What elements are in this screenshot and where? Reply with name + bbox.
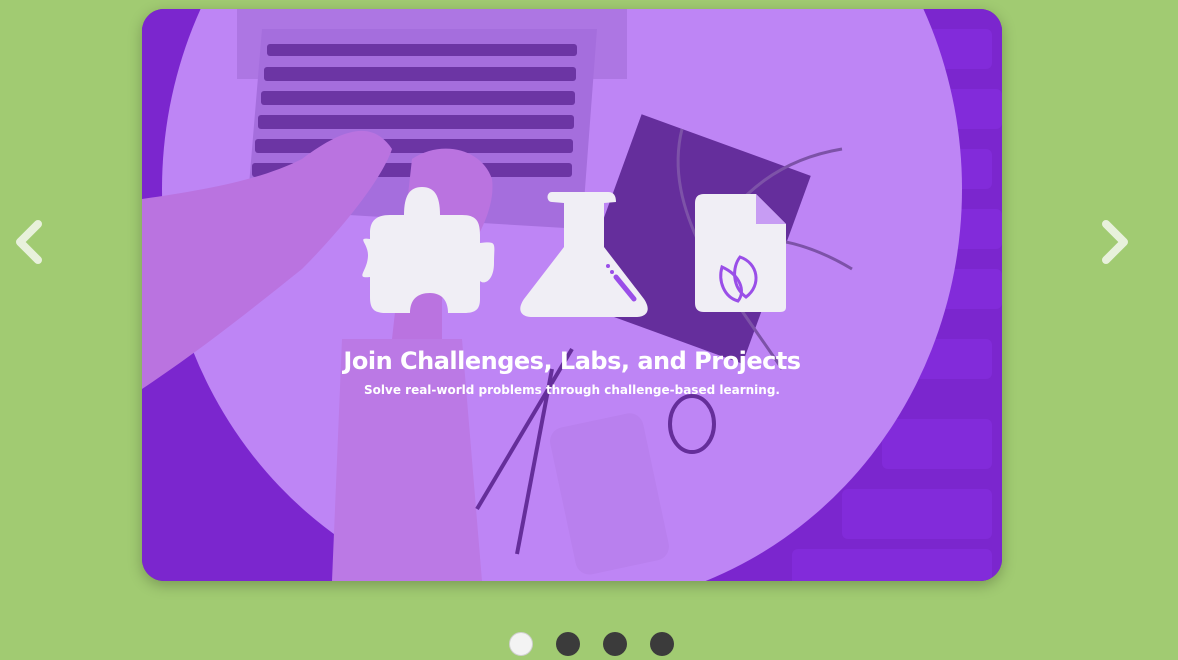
carousel-pagination: [0, 632, 1178, 656]
carousel: Join Challenges, Labs, and Projects Solv…: [0, 0, 1178, 660]
flask-icon: [520, 192, 648, 317]
pagination-dot-1[interactable]: [508, 632, 533, 656]
slide-title: Join Challenges, Labs, and Projects: [343, 347, 801, 375]
chevron-right-icon: [1102, 220, 1128, 264]
puzzle-icon: [362, 187, 495, 313]
chevron-left-icon: [16, 220, 42, 264]
document-leaf-icon: [695, 194, 786, 312]
slide-icons: [362, 187, 786, 317]
pagination-dot-2[interactable]: [555, 632, 580, 656]
pagination-dot-3[interactable]: [602, 632, 627, 656]
slide-subtitle: Solve real-world problems through challe…: [364, 383, 780, 397]
next-slide-button[interactable]: [1094, 216, 1134, 268]
pagination-dot-4[interactable]: [649, 632, 674, 656]
previous-slide-button[interactable]: [10, 216, 50, 268]
carousel-slide: Join Challenges, Labs, and Projects Solv…: [142, 9, 1002, 581]
